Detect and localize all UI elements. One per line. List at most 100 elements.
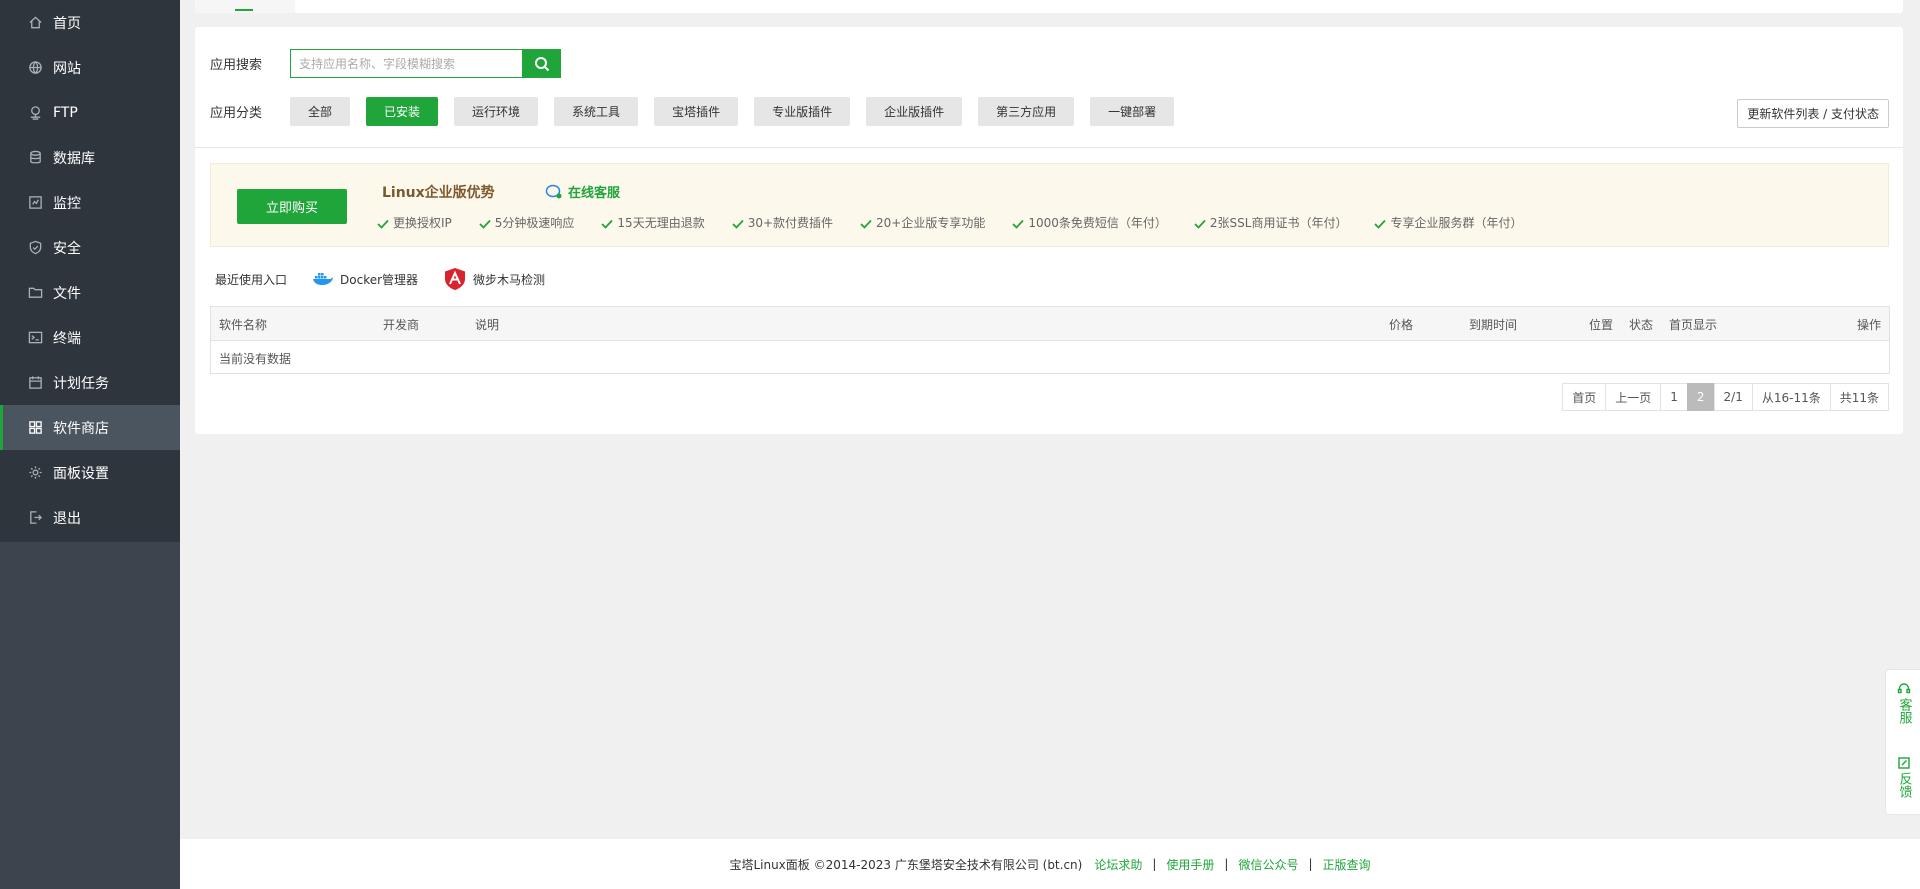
customer-service-button[interactable]: 客服 xyxy=(1895,682,1913,724)
shield-icon xyxy=(27,240,43,256)
calendar-icon xyxy=(27,375,43,391)
page-first[interactable]: 首页 xyxy=(1562,383,1607,411)
feature-label: 专享企业服务群（年付） xyxy=(1390,216,1523,230)
enterprise-banner: 立即购买 Linux企业版优势 在线客服 更换授权IP 5分钟极速响应 15天无… xyxy=(210,163,1889,247)
recent-threatbook-trojan-detect[interactable]: 微步木马检测 xyxy=(443,267,545,291)
feature-item: 30+款付费插件 xyxy=(732,214,833,231)
feedback-button[interactable]: 反馈 xyxy=(1895,756,1913,798)
category-all[interactable]: 全部 xyxy=(290,97,351,126)
column-header[interactable]: 软件名称 xyxy=(219,316,267,333)
monitor-icon xyxy=(27,195,43,211)
check-icon xyxy=(1374,218,1387,229)
sidebar-item-website[interactable]: 网站 xyxy=(0,45,180,90)
footer: 宝塔Linux面板 ©2014-2023 广东堡塔安全技术有限公司 (bt.cn… xyxy=(180,839,1920,889)
sidebar-item-label: 监控 xyxy=(53,195,81,212)
footer-link-license[interactable]: 正版查询 xyxy=(1323,856,1371,873)
sidebar-item-label: 首页 xyxy=(53,15,81,32)
sidebar-item-files[interactable]: 文件 xyxy=(0,270,180,315)
search-label: 应用搜索 xyxy=(210,58,263,73)
recent-item-label: Docker管理器 xyxy=(340,272,419,287)
category-label: 应用分类 xyxy=(210,106,263,121)
feature-item: 15天无理由退款 xyxy=(601,214,705,231)
footer-link-manual[interactable]: 使用手册 xyxy=(1166,856,1214,873)
column-header: 说明 xyxy=(475,318,500,332)
search-icon xyxy=(534,56,549,71)
feature-item: 更换授权IP xyxy=(377,214,452,231)
page-total: 共11条 xyxy=(1829,383,1889,411)
category-one-click-deploy[interactable]: 一键部署 xyxy=(1090,97,1175,126)
sidebar-item-database[interactable]: 数据库 xyxy=(0,135,180,180)
search-button[interactable] xyxy=(522,49,561,78)
sidebar-item-label: 退出 xyxy=(53,510,81,527)
footer-link-forum[interactable]: 论坛求助 xyxy=(1094,856,1142,873)
ftp-icon xyxy=(27,105,43,121)
sidebar-item-appstore[interactable]: 软件商店 xyxy=(0,405,180,450)
check-icon xyxy=(479,218,491,229)
online-service-label: 在线客服 xyxy=(568,186,621,201)
column-header: 价格 xyxy=(1389,318,1414,332)
sidebar-item-cron[interactable]: 计划任务 xyxy=(0,360,180,405)
sidebar-item-logout[interactable]: 退出 xyxy=(0,495,180,540)
search-row: 应用搜索 xyxy=(210,49,561,78)
page-range: 从16-11条 xyxy=(1751,383,1831,411)
online-service-link[interactable]: 在线客服 xyxy=(545,182,620,201)
category-enterprise-plugins[interactable]: 企业版插件 xyxy=(866,97,963,126)
category-runtime[interactable]: 运行环境 xyxy=(454,97,539,126)
check-icon xyxy=(1194,218,1206,229)
page-prev[interactable]: 上一页 xyxy=(1605,383,1662,411)
feature-list: 更换授权IP 5分钟极速响应 15天无理由退款 30+款付费插件 20+企业版专… xyxy=(377,214,1549,231)
sidebar-item-label: 软件商店 xyxy=(53,420,109,437)
sidebar-item-security[interactable]: 安全 xyxy=(0,225,180,270)
globe-icon xyxy=(27,60,43,76)
category-pro-plugins[interactable]: 专业版插件 xyxy=(754,97,851,126)
page-current: 2 xyxy=(1686,383,1715,411)
sidebar-item-settings[interactable]: 面板设置 xyxy=(0,450,180,495)
page-number[interactable]: 1 xyxy=(1660,383,1688,411)
home-icon xyxy=(27,15,43,31)
sidebar-item-label: 安全 xyxy=(53,240,81,257)
category-system-tools[interactable]: 系统工具 xyxy=(554,97,639,126)
column-header: 操作 xyxy=(1857,318,1882,332)
terminal-icon xyxy=(27,330,43,346)
software-table: 软件名称 开发商 说明 价格 到期时间 位置 状态 首页显示 操作 当前没有数据 xyxy=(210,306,1890,374)
tab-active[interactable] xyxy=(195,0,295,13)
sidebar-item-monitor[interactable]: 监控 xyxy=(0,180,180,225)
column-header: 开发商 xyxy=(383,318,420,332)
footer-separator: | xyxy=(1308,857,1313,871)
sidebar-item-label: 面板设置 xyxy=(53,465,109,482)
empty-message: 当前没有数据 xyxy=(219,352,292,366)
divider xyxy=(195,147,1903,148)
feature-label: 更换授权IP xyxy=(393,216,452,230)
copyright: 宝塔Linux面板 ©2014-2023 广东堡塔安全技术有限公司 (bt.cn… xyxy=(729,857,1083,872)
table-body: 当前没有数据 xyxy=(211,341,1889,373)
update-list-button[interactable]: 更新软件列表 / 支付状态 xyxy=(1737,99,1889,128)
sidebar-item-home[interactable]: 首页 xyxy=(0,0,180,45)
sidebar-item-ftp[interactable]: FTP xyxy=(0,90,180,135)
pagination: 首页 上一页 1 2 2/1 从16-11条 共11条 xyxy=(1562,383,1889,411)
app-store-panel: 应用搜索 应用分类 全部 已安装 运行环境 系统工具 宝塔插件 专业版插件 企业… xyxy=(195,27,1903,434)
category-installed[interactable]: 已安装 xyxy=(366,97,439,126)
chat-icon xyxy=(545,184,562,198)
check-icon xyxy=(860,218,872,229)
logout-icon xyxy=(27,510,43,526)
search-input[interactable] xyxy=(290,49,522,78)
category-bt-plugins[interactable]: 宝塔插件 xyxy=(654,97,739,126)
footer-link-wechat[interactable]: 微信公众号 xyxy=(1238,856,1298,873)
recent-label: 最近使用入口 xyxy=(215,272,288,287)
footer-separator: | xyxy=(1224,857,1229,871)
recent-entries: 最近使用入口 Docker管理器 微步木马检测 xyxy=(215,267,545,291)
buy-now-button[interactable]: 立即购买 xyxy=(237,189,347,224)
category-third-party[interactable]: 第三方应用 xyxy=(978,97,1075,126)
feature-item: 2张SSL商用证书（年付） xyxy=(1194,214,1348,231)
feature-label: 2张SSL商用证书（年付） xyxy=(1209,216,1348,230)
gear-icon xyxy=(27,465,43,481)
check-icon xyxy=(377,218,389,229)
folder-icon xyxy=(27,285,43,301)
sidebar-item-terminal[interactable]: 终端 xyxy=(0,315,180,360)
recent-docker-manager[interactable]: Docker管理器 xyxy=(312,271,418,288)
sidebar-item-label: 文件 xyxy=(53,285,81,302)
feature-label: 5分钟极速响应 xyxy=(494,216,575,230)
page-count: 2/1 xyxy=(1713,383,1753,411)
column-header: 状态 xyxy=(1629,318,1654,332)
footer-separator: | xyxy=(1152,857,1157,871)
